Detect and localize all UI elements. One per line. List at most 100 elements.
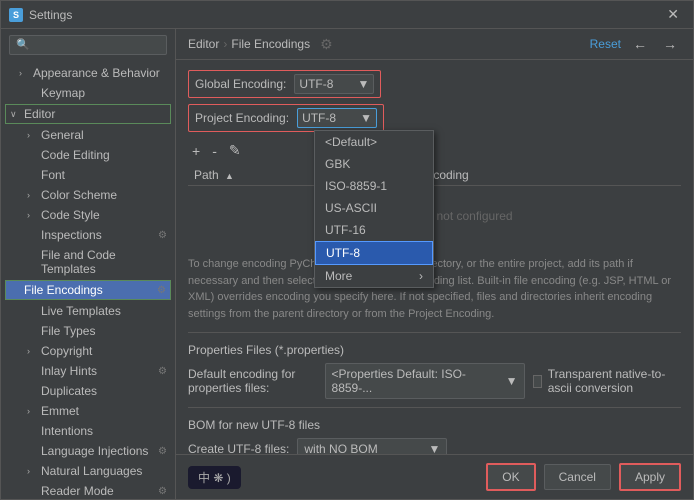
properties-encoding-row: Default encoding for properties files: <… — [188, 363, 681, 399]
titlebar: S Settings ✕ — [1, 1, 693, 29]
sidebar-item-label: File Encodings — [24, 283, 153, 297]
add-path-button[interactable]: + — [188, 141, 204, 161]
gear-icon: ⚙ — [158, 446, 167, 457]
sidebar-item-live-templates[interactable]: Live Templates — [1, 301, 175, 321]
sidebar-item-language-injections[interactable]: Language Injections ⚙ — [1, 441, 175, 461]
main-panel: Editor › File Encodings ⚙ Reset ← → Glob… — [176, 29, 693, 499]
sidebar-item-natural-languages[interactable]: › Natural Languages — [1, 461, 175, 481]
dialog-title: Settings — [29, 8, 72, 22]
global-encoding-dropdown-container: UTF-8 ▼ — [294, 74, 374, 94]
sidebar-item-inlay-hints[interactable]: Inlay Hints ⚙ — [1, 361, 175, 381]
dropdown-item-more[interactable]: More › — [315, 265, 433, 287]
apply-button[interactable]: Apply — [619, 463, 681, 491]
sidebar-item-label: Keymap — [41, 86, 167, 100]
sidebar-item-file-types[interactable]: File Types — [1, 321, 175, 341]
transparent-conversion-checkbox[interactable] — [533, 375, 542, 388]
sidebar-item-font[interactable]: Font — [1, 165, 175, 185]
footer: 中 ❋ ) OK Cancel Apply — [176, 454, 693, 499]
gear-icon: ⚙ — [158, 230, 167, 241]
breadcrumb-editor: Editor — [188, 37, 219, 51]
properties-encoding-value: <Properties Default: ISO-8859-... — [332, 367, 502, 395]
dropdown-item-usascii[interactable]: US-ASCII — [315, 197, 433, 219]
bom-section-divider — [188, 407, 681, 408]
bom-section: BOM for new UTF-8 files Create UTF-8 fil… — [188, 418, 681, 454]
breadcrumb-separator: › — [223, 37, 227, 51]
dropdown-arrow-icon: ▼ — [428, 442, 440, 454]
sidebar-item-label: File and Code Templates — [41, 248, 167, 276]
sidebar-item-keymap[interactable]: Keymap — [1, 83, 175, 103]
dropdown-item-default[interactable]: <Default> — [315, 131, 433, 153]
sidebar-item-code-style[interactable]: › Code Style — [1, 205, 175, 225]
sidebar-item-color-scheme[interactable]: › Color Scheme — [1, 185, 175, 205]
sidebar-item-appearance[interactable]: › Appearance & Behavior — [1, 63, 175, 83]
sidebar-item-label: Live Templates — [41, 304, 167, 318]
project-encoding-select[interactable]: UTF-8 ▼ — [297, 108, 377, 128]
sidebar-item-general[interactable]: › General — [1, 125, 175, 145]
sidebar-item-label: Natural Languages — [41, 464, 167, 478]
encoding-table: Path ▲ Encoding Encodings are not config… — [188, 165, 681, 246]
sidebar-item-label: File Types — [41, 324, 167, 338]
sidebar-tree: › Appearance & Behavior Keymap ∨ Editor … — [1, 61, 175, 499]
col-path-label: Path — [194, 168, 219, 182]
table-empty-message: Encodings are not configured — [188, 186, 681, 247]
properties-encoding-label: Default encoding for properties files: — [188, 367, 317, 395]
titlebar-left: S Settings — [9, 8, 72, 22]
properties-section-header: Properties Files (*.properties) — [188, 343, 681, 357]
transparent-conversion-row: Transparent native-to-ascii conversion — [533, 367, 681, 395]
dropdown-item-utf8[interactable]: UTF-8 — [315, 241, 433, 265]
dropdown-more-label: More — [325, 269, 352, 283]
properties-encoding-select[interactable]: <Properties Default: ISO-8859-... ▼ — [325, 363, 525, 399]
sidebar-item-code-editing[interactable]: Code Editing — [1, 145, 175, 165]
global-encoding-label: Global Encoding: — [195, 77, 286, 91]
sidebar-item-label: Code Editing — [41, 148, 167, 162]
dark-widget-text: 中 ❋ ) — [198, 471, 231, 485]
global-encoding-value: UTF-8 — [299, 77, 333, 91]
project-encoding-label: Project Encoding: — [195, 111, 289, 125]
project-encoding-dropdown-container: UTF-8 ▼ — [297, 108, 377, 128]
search-input[interactable] — [9, 35, 167, 55]
bom-create-value: with NO BOM — [304, 442, 377, 454]
project-encoding-wrapper: Project Encoding: UTF-8 ▼ <Default> GBK … — [188, 104, 681, 132]
settings-dialog: S Settings ✕ › Appearance & Behavior Key… — [0, 0, 694, 500]
sidebar-item-label: Reader Mode — [41, 484, 154, 498]
header-actions: Reset ← → — [590, 35, 681, 53]
reset-button[interactable]: Reset — [590, 37, 621, 51]
bom-create-select[interactable]: with NO BOM ▼ — [297, 438, 447, 454]
bom-create-row: Create UTF-8 files: with NO BOM ▼ — [188, 438, 681, 454]
sidebar-item-intentions[interactable]: Intentions — [1, 421, 175, 441]
edit-path-button[interactable]: ✎ — [225, 140, 245, 161]
arrow-icon: ∨ — [10, 109, 20, 120]
sidebar-item-label: Font — [41, 168, 167, 182]
sidebar-item-emmet[interactable]: › Emmet — [1, 401, 175, 421]
close-button[interactable]: ✕ — [661, 4, 685, 25]
sidebar-item-file-encodings[interactable]: File Encodings ⚙ — [5, 280, 171, 300]
nav-forward-button[interactable]: → — [659, 35, 681, 53]
sidebar-item-file-code-templates[interactable]: File and Code Templates — [1, 245, 175, 279]
sidebar-item-duplicates[interactable]: Duplicates — [1, 381, 175, 401]
bom-create-label: Create UTF-8 files: — [188, 442, 289, 454]
global-encoding-select[interactable]: UTF-8 ▼ — [294, 74, 374, 94]
empty-state-text: Encodings are not configured — [194, 189, 675, 243]
arrow-icon: › — [27, 466, 37, 476]
sidebar-item-label: Code Style — [41, 208, 167, 222]
dropdown-item-iso[interactable]: ISO-8859-1 — [315, 175, 433, 197]
cancel-button[interactable]: Cancel — [544, 464, 611, 490]
ok-button[interactable]: OK — [486, 463, 535, 491]
dropdown-item-gbk[interactable]: GBK — [315, 153, 433, 175]
sidebar-item-copyright[interactable]: › Copyright — [1, 341, 175, 361]
dropdown-item-utf16[interactable]: UTF-16 — [315, 219, 433, 241]
content-area: › Appearance & Behavior Keymap ∨ Editor … — [1, 29, 693, 499]
settings-icon: ⚙ — [320, 36, 333, 53]
sidebar-item-reader-mode[interactable]: Reader Mode ⚙ — [1, 481, 175, 499]
app-icon: S — [9, 8, 23, 22]
sidebar-item-label: Appearance & Behavior — [33, 66, 167, 80]
arrow-icon: › — [27, 190, 37, 200]
project-encoding-row: Project Encoding: UTF-8 ▼ — [188, 104, 384, 132]
search-box — [1, 29, 175, 61]
encoding-dropdown-menu: <Default> GBK ISO-8859-1 US-ASCII UTF-16… — [314, 130, 434, 288]
nav-back-button[interactable]: ← — [629, 35, 651, 53]
sidebar-item-editor[interactable]: ∨ Editor — [5, 104, 171, 124]
sidebar-item-inspections[interactable]: Inspections ⚙ — [1, 225, 175, 245]
main-header: Editor › File Encodings ⚙ Reset ← → — [176, 29, 693, 60]
remove-path-button[interactable]: - — [208, 141, 221, 161]
